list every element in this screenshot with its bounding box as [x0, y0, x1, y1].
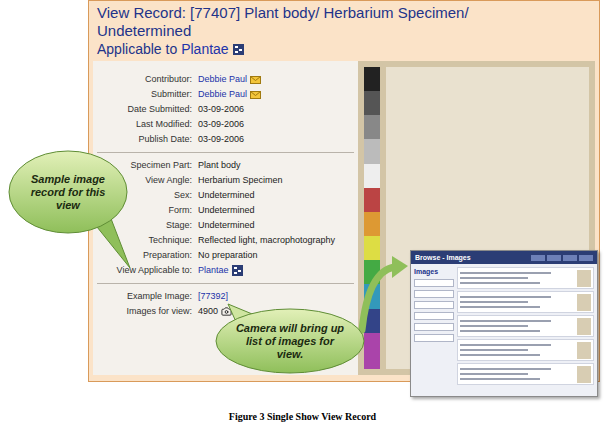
inset-line: [460, 354, 540, 356]
field-value: Plant body: [198, 159, 354, 172]
inset-input: [414, 312, 454, 320]
inset-sidebar: Images: [414, 267, 454, 393]
field-value: [77392]: [198, 290, 354, 303]
field-value: 03-09-2006: [198, 118, 354, 131]
applicable-line: Applicable toPlantae: [97, 40, 591, 58]
field-label: Contributor:: [97, 73, 192, 86]
image-link[interactable]: [77392]: [198, 290, 228, 303]
taxonomy-tree-icon[interactable]: [233, 44, 244, 55]
inset-line: [460, 344, 551, 346]
title-area: View Record: [77407] Plant body/ Herbari…: [89, 1, 599, 61]
inset-line: [460, 330, 540, 332]
callout-text: Camera will bring up list of images for …: [234, 322, 346, 361]
inset-tab: [531, 255, 545, 261]
inset-tab: [547, 255, 561, 261]
inset-thumbnail: [577, 318, 591, 335]
inset-row-lines: [460, 272, 574, 284]
field-label: Example Image:: [97, 290, 192, 303]
callout-text: Sample image record for this view: [26, 173, 110, 212]
inset-body: Images: [411, 264, 597, 396]
mail-icon[interactable]: [250, 76, 261, 84]
inset-thumbnail: [577, 366, 591, 383]
field-label: Images for view:: [97, 305, 192, 318]
inset-line: [460, 306, 540, 308]
inset-thumbnail: [577, 294, 591, 311]
image-count: 4900: [198, 305, 218, 318]
inset-line: [460, 301, 528, 303]
field-label: Preparation:: [97, 249, 192, 262]
color-chart: [364, 67, 380, 369]
inset-line: [460, 272, 551, 274]
inset-header: Browse - Images: [411, 251, 597, 264]
field-label: View Applicable to:: [97, 264, 192, 277]
inset-line: [460, 368, 551, 370]
figure-caption: Figure 3 Single Show View Record: [0, 410, 605, 423]
field-value: Undetermined: [198, 219, 354, 232]
inset-line: [460, 325, 528, 327]
field-value: No preparation: [198, 249, 354, 262]
browse-images-screenshot: Browse - Images Images: [410, 250, 598, 397]
field-value: Undetermined: [198, 204, 354, 217]
inset-list: [457, 267, 594, 393]
inset-line: [460, 320, 551, 322]
field-group: Specimen Part:Plant bodyView Angle:Herba…: [97, 159, 354, 277]
inset-row-lines: [460, 320, 574, 332]
inset-line: [460, 349, 528, 351]
field-value: Debbie Paul: [198, 88, 354, 101]
field-label: Last Modified:: [97, 118, 192, 131]
field-label: Date Submitted:: [97, 103, 192, 116]
inset-input: [414, 290, 454, 298]
field-value: Debbie Paul: [198, 73, 354, 86]
field-value: Plantae: [198, 264, 354, 277]
inset-row-lines: [460, 296, 574, 308]
inset-line: [460, 373, 528, 375]
inset-input: [414, 301, 454, 309]
separator: [97, 152, 354, 153]
taxonomy-tree-icon[interactable]: [232, 265, 243, 276]
inset-row-lines: [460, 344, 574, 356]
callout: Sample image record for this view: [8, 150, 128, 234]
inset-tab: [579, 255, 593, 261]
inset-row: [457, 267, 594, 289]
field-label: Submitter:: [97, 88, 192, 101]
field-value: Undetermined: [198, 189, 354, 202]
inset-input: [414, 279, 454, 287]
field-value: Reflected light, macrophotography: [198, 234, 354, 247]
inset-line: [460, 378, 540, 380]
inset-row: [457, 339, 594, 361]
inset-input: [414, 334, 454, 342]
inset-row: [457, 291, 594, 313]
inset-tabs: [531, 255, 593, 261]
mail-icon[interactable]: [250, 91, 261, 99]
taxon-link[interactable]: Plantae: [198, 264, 229, 277]
inset-thumbnail: [577, 342, 591, 359]
inset-thumbnail: [577, 270, 591, 287]
applicable-label: Applicable to: [97, 40, 177, 58]
page: View Record: [77407] Plant body/ Herbari…: [0, 0, 605, 430]
person-link[interactable]: Debbie Paul: [198, 73, 247, 86]
field-value: 03-09-2006: [198, 133, 354, 146]
callout: Camera will bring up list of images for …: [215, 308, 365, 374]
inset-line: [460, 277, 528, 279]
record-title: View Record: [77407] Plant body/ Herbari…: [97, 4, 537, 40]
inset-tab: [563, 255, 577, 261]
inset-row: [457, 315, 594, 337]
field-value: 03-09-2006: [198, 103, 354, 116]
inset-line: [460, 296, 551, 298]
inset-title: Browse - Images: [415, 253, 471, 262]
field-label: Publish Date:: [97, 133, 192, 146]
inset-panel-title: Images: [414, 267, 454, 276]
inset-input: [414, 323, 454, 331]
field-value: Herbarium Specimen: [198, 174, 354, 187]
inset-row-lines: [460, 368, 574, 380]
person-link[interactable]: Debbie Paul: [198, 88, 247, 101]
applicable-link[interactable]: Plantae: [181, 40, 228, 58]
field-group: Contributor: Debbie Paul Submitter: Debbie …: [97, 73, 354, 146]
inset-row: [457, 363, 594, 385]
separator: [97, 283, 354, 284]
inset-line: [460, 282, 540, 284]
